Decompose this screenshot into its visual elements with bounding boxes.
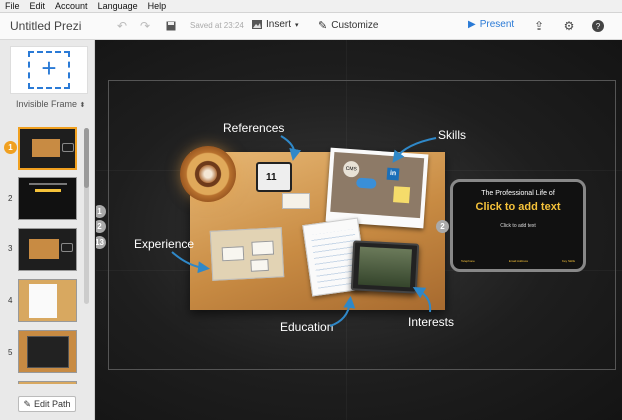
undo-icon[interactable]: ↶ [114,18,130,34]
thumbnail-4[interactable] [18,279,77,322]
menu-edit[interactable]: Edit [25,1,51,11]
edit-path-label: Edit Path [34,399,71,409]
brush-icon: ✎ [318,20,328,32]
pencil-icon: ✎ [23,398,31,409]
toolbar: Untitled Prezi ↶ ↷ Saved at 23:24 Insert… [0,13,622,40]
thumb-3-frame [61,243,73,252]
svg-text:?: ? [596,22,601,31]
present-button[interactable]: ▶ Present [468,19,514,30]
play-icon: ▶ [468,19,476,30]
step-1-badge: 1 [4,141,17,154]
sidebar-scrollbar[interactable] [84,128,89,304]
prezi-canvas[interactable]: 11 CMS in References Skills Experience E… [96,40,622,420]
thumb-5-tablet [27,336,69,368]
footer-skills[interactable]: Key Skills [562,259,575,263]
thumb-2-text [29,183,67,185]
thumb-1-frame [62,143,74,152]
menu-bar: File Edit Account Language Help [0,0,622,13]
edit-path-button[interactable]: ✎ Edit Path [18,396,76,412]
slide-body[interactable]: Click to add text [453,223,583,229]
frames-sidebar: + Invisible Frame ⬍ 1 2 3 4 5 ✎ Edit Pat… [0,40,95,420]
sidebar-scroll-thumb[interactable] [84,128,89,188]
thumbnail-list: 1 2 3 4 5 [0,122,92,384]
menu-account[interactable]: Account [50,1,93,11]
path-badge-slide[interactable]: 2 [436,220,449,233]
help-glyph: ? [592,20,604,32]
thumbnail-2-number: 2 [8,194,13,203]
thumbnail-3[interactable] [18,228,77,271]
thumbnail-2[interactable] [18,177,77,220]
frame-type-label: Invisible Frame [16,99,78,109]
share-icon[interactable]: ⇪ [531,18,547,34]
menu-help[interactable]: Help [143,1,172,11]
present-label: Present [479,19,515,30]
thumbnail-1[interactable] [18,127,77,170]
thumb-1-preview [32,139,60,157]
thumb-4-paper [29,284,57,318]
updown-icon: ⬍ [79,102,86,109]
customize-button[interactable]: ✎ Customize [318,19,378,32]
menu-file[interactable]: File [0,1,25,11]
thumbnail-5-number: 5 [8,348,13,357]
footer-email[interactable]: Email Address [509,259,528,263]
thumb-3-preview [29,239,59,259]
chevron-down-icon: ▾ [295,21,299,29]
saved-status: Saved at 23:24 [190,21,244,30]
redo-icon[interactable]: ↷ [137,18,153,34]
thumbnail-4-number: 4 [8,296,13,305]
slide-footer: Telephone Email Address Key Skills [461,259,575,263]
thumbnail-5[interactable] [18,330,77,373]
add-frame-button[interactable]: + [10,46,88,94]
save-glyph [166,21,176,31]
help-icon[interactable]: ? [590,18,606,34]
slide-frame[interactable]: The Professional Life of Click to add te… [450,179,586,272]
document-title[interactable]: Untitled Prezi [10,19,81,33]
frame-type-select[interactable]: Invisible Frame ⬍ [16,99,85,109]
menu-language[interactable]: Language [93,1,143,11]
gear-icon[interactable]: ⚙ [561,18,577,34]
thumbnail-6[interactable] [18,381,77,384]
save-icon[interactable] [163,18,179,34]
customize-label: Customize [331,20,379,31]
thumb-2-title [35,189,61,192]
slide-subtitle[interactable]: The Professional Life of [453,190,583,197]
insert-icon [252,20,262,29]
insert-label: Insert [266,19,292,30]
plus-icon: + [41,53,57,83]
slide-title[interactable]: Click to add text [453,201,583,213]
thumbnail-3-number: 3 [8,244,13,253]
footer-telephone[interactable]: Telephone [461,259,475,263]
insert-button[interactable]: Insert ▾ [252,19,299,30]
